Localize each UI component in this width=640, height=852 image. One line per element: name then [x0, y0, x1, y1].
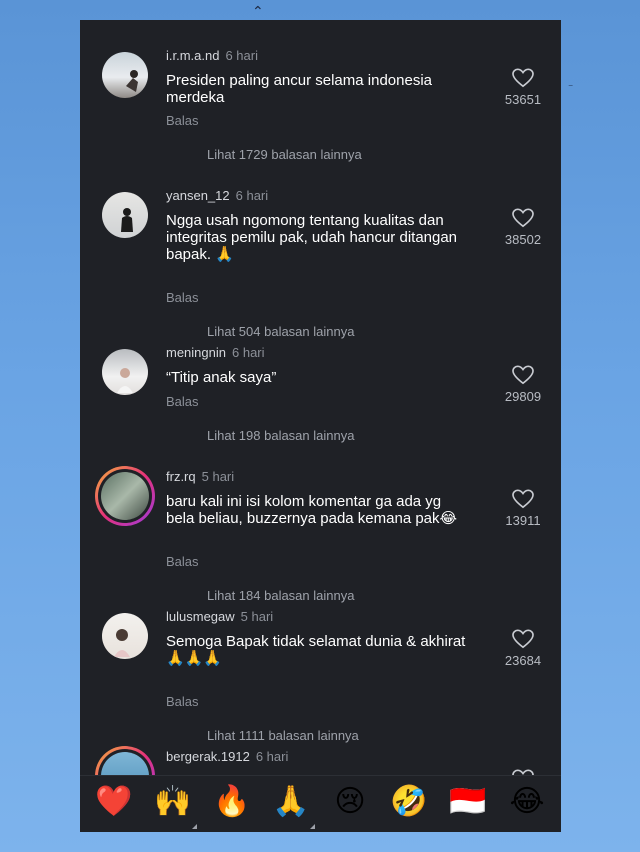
comment-text-line: bela beliau, buzzernya pada kemana pak😂	[166, 510, 458, 527]
avatar[interactable]	[102, 613, 148, 659]
comment-text-line: integritas pemilu pak, udah hancur ditan…	[166, 229, 458, 246]
like-count: 53651	[504, 92, 542, 107]
heart-outline-icon	[512, 365, 534, 385]
avatar[interactable]	[102, 349, 148, 395]
avatar	[101, 472, 149, 520]
comment-time: 5 hari	[240, 609, 274, 624]
reply-button[interactable]: Balas	[166, 394, 199, 409]
variant-indicator	[192, 824, 197, 829]
comment-username[interactable]: frz.rq 5 hari	[166, 469, 234, 484]
emoji-pray-button[interactable]: 🙏	[271, 784, 311, 820]
like-button[interactable]: 53651	[500, 68, 546, 107]
comment-text-line: merdeka	[166, 89, 225, 106]
bird-icon-2: ⁻	[568, 83, 574, 94]
comment-time: 6 hari	[235, 188, 269, 203]
like-count: 29809	[504, 389, 542, 404]
reply-button[interactable]: Balas	[166, 554, 199, 569]
emoji-reaction-bar: ❤️ 🙌 🔥 🙏 😢 🤣 🇮🇩 😂	[80, 775, 561, 832]
avatar[interactable]	[102, 52, 148, 98]
reply-button[interactable]: Balas	[166, 290, 199, 305]
avatar-story-ring[interactable]	[95, 466, 155, 526]
emoji-joy-button[interactable]: 😂	[507, 784, 547, 820]
comment-time: 6 hari	[225, 48, 258, 63]
comment-text: Ngga usah ngomong tentang kualitas dan i…	[166, 212, 484, 263]
emoji-rofl-button[interactable]: 🤣	[389, 784, 429, 820]
comment-text-line: Presiden paling ancur selama indonesia	[166, 72, 433, 89]
emoji-raised-hands-button[interactable]: 🙌	[153, 784, 193, 820]
comment-text-line: Semoga Bapak tidak selamat dunia & akhir…	[166, 633, 466, 650]
like-button[interactable]: 23684	[500, 629, 546, 668]
comment-text: Semoga Bapak tidak selamat dunia & akhir…	[166, 633, 484, 667]
heart-outline-icon	[512, 68, 534, 88]
emoji-crying-button[interactable]: 😢	[330, 784, 370, 820]
view-replies-link[interactable]: Lihat 184 balasan lainnya	[207, 588, 354, 603]
emoji-fire-button[interactable]: 🔥	[212, 784, 252, 820]
like-count: 38502	[504, 232, 542, 247]
comment-username[interactable]: meningnin 6 hari	[166, 345, 265, 360]
heart-outline-icon	[512, 489, 534, 509]
emoji-heart-button[interactable]: ❤️	[94, 784, 134, 820]
comment-text-line: Ngga usah ngomong tentang kualitas dan	[166, 212, 444, 229]
comments-panel: i.r.m.a.nd 6 hari Presiden paling ancur s…	[80, 20, 561, 832]
view-replies-link[interactable]: Lihat 1729 balasan lainnya	[207, 147, 362, 162]
comment-text: baru kali ini isi kolom komentar ga ada …	[166, 493, 484, 527]
bird-icon: ⌃	[252, 3, 264, 19]
heart-outline-icon	[512, 208, 534, 228]
comment-time: 6 hari	[255, 749, 289, 764]
emoji-indonesia-flag-button[interactable]: 🇮🇩	[448, 784, 488, 820]
comment-text-line: 🙏🙏🙏	[166, 650, 223, 667]
variant-indicator	[310, 824, 315, 829]
view-replies-link[interactable]: Lihat 1111 balasan lainnya	[207, 728, 359, 743]
like-button[interactable]: 13911	[500, 489, 546, 528]
comment-text: “Titip anak saya”	[166, 369, 484, 386]
like-button[interactable]: 38502	[500, 208, 546, 247]
like-button[interactable]: 29809	[500, 365, 546, 404]
comment-text-line: “Titip anak saya”	[166, 369, 277, 386]
heart-outline-icon	[512, 629, 534, 649]
view-replies-link[interactable]: Lihat 504 balasan lainnya	[207, 324, 354, 339]
comment-username[interactable]: bergerak.1912 6 hari	[166, 749, 288, 764]
like-count: 13911	[505, 513, 541, 528]
reply-button[interactable]: Balas	[166, 694, 199, 709]
comment-username[interactable]: i.r.m.a.nd 6 hari	[166, 48, 258, 63]
reply-button[interactable]: Balas	[166, 113, 199, 128]
comment-text: Presiden paling ancur selama indonesia m…	[166, 72, 484, 106]
view-replies-link[interactable]: Lihat 198 balasan lainnya	[207, 428, 354, 443]
comment-username[interactable]: yansen_12 6 hari	[166, 188, 268, 203]
avatar[interactable]	[102, 192, 148, 238]
comment-text-line: baru kali ini isi kolom komentar ga ada …	[166, 493, 442, 510]
comment-time: 6 hari	[232, 345, 265, 360]
like-count: 23684	[504, 653, 542, 668]
comment-time: 5 hari	[201, 469, 235, 484]
comment-username[interactable]: lulusmegaw 5 hari	[166, 609, 273, 624]
comment-text-line: bapak. 🙏	[166, 246, 234, 263]
